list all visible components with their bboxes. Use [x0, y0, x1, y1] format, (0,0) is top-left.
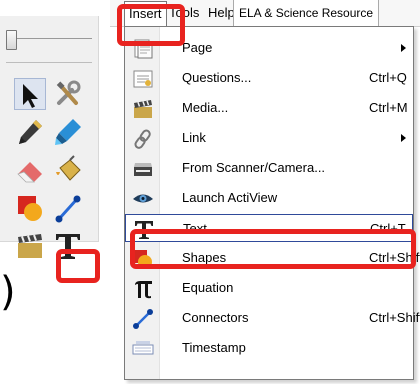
menu-item-shortcut: Ctrl+M — [369, 100, 408, 115]
highlight-text-tool — [56, 249, 100, 283]
menu-item-label: Link — [182, 130, 206, 145]
highlighter-icon — [55, 119, 81, 145]
menu-item-label: Connectors — [182, 310, 249, 325]
shapes-tool[interactable] — [14, 192, 46, 224]
size-slider-thumb[interactable] — [6, 30, 17, 50]
menu-item-connectors[interactable]: Connectors Ctrl+Shift+C — [125, 304, 420, 332]
pen-tool[interactable] — [14, 116, 46, 148]
fill-tool[interactable] — [52, 154, 84, 186]
menu-ela-science-resource[interactable]: ELA & Science Resource — [233, 0, 380, 26]
highlight-text-shapes-items — [130, 229, 416, 269]
menu-item-label: Questions... — [182, 70, 252, 85]
menu-item-link[interactable]: Link — [125, 124, 413, 152]
menu-item-label: Page — [182, 40, 213, 55]
highlight-insert-menu — [117, 4, 185, 46]
questions-icon — [132, 68, 154, 90]
menu-item-from-scanner-camera[interactable]: From Scanner/Camera... — [125, 154, 413, 182]
menu-item-shortcut: Ctrl+Q — [369, 70, 407, 85]
timestamp-icon — [132, 338, 154, 360]
closing-parenthesis: ) — [0, 269, 16, 315]
eraser-icon — [17, 162, 42, 183]
fill-bucket-icon — [56, 155, 81, 181]
toolbox-panel — [0, 16, 99, 259]
menu-item-label: Media... — [182, 100, 229, 115]
media-clapper-icon — [18, 234, 42, 258]
menu-item-label: Timestamp — [182, 340, 246, 355]
connector-icon — [55, 195, 81, 223]
media-tool[interactable] — [14, 230, 46, 262]
pen-icon — [19, 120, 42, 144]
select-arrow-icon — [23, 84, 38, 108]
connector-tool[interactable] — [52, 192, 84, 224]
link-chain-icon — [132, 128, 154, 150]
connector-icon — [132, 308, 154, 330]
shapes-icon — [18, 196, 42, 221]
tools-tool[interactable] — [52, 78, 84, 110]
eye-icon — [132, 188, 154, 210]
menu-item-label: Equation — [182, 280, 234, 295]
tools-wrench-icon — [56, 80, 81, 105]
menu-item-questions[interactable]: Questions... Ctrl+Q — [125, 64, 413, 92]
submenu-arrow-icon — [401, 44, 406, 52]
menu-item-equation[interactable]: Equation — [125, 274, 413, 302]
media-clapper-icon — [132, 98, 154, 120]
menu-item-shortcut: Ctrl+Shift+C — [369, 310, 420, 325]
eraser-tool[interactable] — [14, 154, 46, 186]
menu-help[interactable]: Help — [208, 0, 235, 26]
size-slider-track[interactable] — [6, 38, 92, 54]
menu-item-label: From Scanner/Camera... — [182, 160, 326, 175]
select-tool[interactable] — [14, 78, 46, 110]
toolbox-divider — [6, 62, 92, 63]
menu-item-launch-actiview[interactable]: Launch ActiView — [125, 184, 413, 212]
pi-equation-icon — [132, 278, 154, 300]
menu-item-label: Launch ActiView — [182, 190, 278, 205]
insert-dropdown-menu: Page Questions... Ctrl+Q Media... Ctrl+M… — [124, 26, 420, 380]
submenu-arrow-icon — [401, 134, 406, 142]
highlighter-tool[interactable] — [52, 116, 84, 148]
menu-item-timestamp[interactable]: Timestamp — [125, 334, 413, 362]
scanner-icon — [132, 158, 154, 180]
menu-item-media[interactable]: Media... Ctrl+M — [125, 94, 413, 122]
